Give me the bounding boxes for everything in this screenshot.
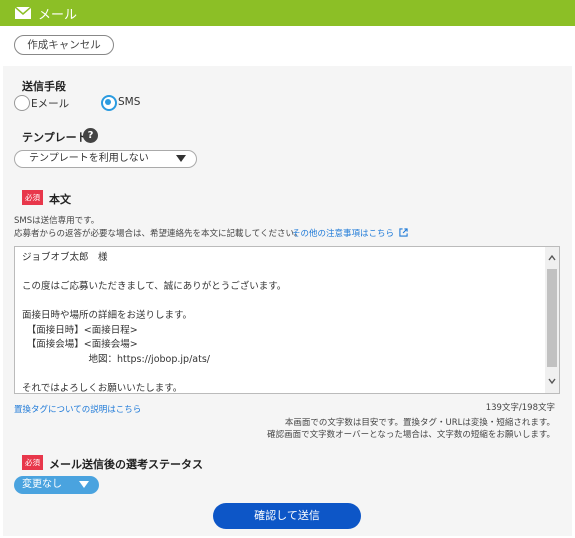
message-line: この度はご応募いただきまして、誠にありがとうございます。: [22, 281, 287, 292]
message-line: [22, 367, 286, 382]
help-icon[interactable]: ?: [83, 128, 98, 143]
header-bar: メール: [0, 0, 575, 26]
message-line: [22, 295, 286, 310]
message-textarea[interactable]: ジョブオブ太郎 様 この度はご応募いただきまして、誠にありがとうございます。 面…: [14, 246, 560, 394]
char-count: 139文字/198文字: [485, 403, 555, 413]
replacement-tag-link[interactable]: 置換タグについての説明はこちら: [14, 403, 141, 415]
count-note-2: 確認画面で文字数オーバーとなった場合は、文字数の短縮をお願いします。: [267, 430, 555, 440]
radio-sms-label: SMS: [118, 96, 141, 108]
sms-note: SMSは送信専用です。: [14, 216, 100, 226]
count-note-1: 本画面での文字数は目安です。置換タグ・URLは変換・短縮されます。: [284, 418, 555, 428]
message-line: 【面接日時】<面接日程>: [22, 324, 138, 336]
required-badge: 必須: [22, 190, 43, 205]
template-select[interactable]: テンプレートを利用しない: [14, 150, 197, 168]
page-title: メール: [38, 8, 78, 23]
status-select-value: 変更なし: [22, 479, 62, 490]
caution-link-text: その他の注意事項はこちら: [292, 229, 395, 239]
message-line: 地図：https://jobop.jp/ats/: [22, 353, 210, 365]
message-line: [22, 266, 286, 281]
status-label: メール送信後の選考ステータス: [49, 458, 203, 471]
required-badge: 必須: [22, 455, 43, 470]
send-method-label: 送信手段: [22, 80, 66, 93]
confirm-send-button[interactable]: 確認して送信: [213, 503, 361, 529]
scrollbar-thumb[interactable]: [547, 269, 557, 367]
message-body-text: ジョブオブ太郎 様 この度はご応募いただきまして、誠にありがとうございます。 面…: [22, 251, 287, 394]
caution-link[interactable]: その他の注意事項はこちら: [292, 227, 408, 239]
template-select-value: テンプレートを利用しない: [29, 153, 149, 164]
radio-sms[interactable]: [101, 95, 117, 111]
body-label: 本文: [49, 193, 71, 206]
chevron-down-icon: [176, 155, 186, 162]
message-line: 面接日時や場所の詳細をお送りします。: [22, 310, 193, 321]
message-line: ジョブオブ太郎 様: [22, 252, 108, 263]
reply-note: 応募者からの返答が必要な場合は、希望連絡先を本文に記載してください。: [14, 229, 303, 239]
message-line: 【面接会場】<面接会場>: [22, 339, 138, 350]
radio-email-label: Eメール: [31, 98, 70, 110]
external-link-icon: [399, 228, 408, 237]
cancel-button[interactable]: 作成キャンセル: [14, 35, 114, 55]
scroll-up-icon[interactable]: [548, 254, 556, 262]
chevron-down-icon: [79, 481, 89, 488]
template-label: テンプレート: [22, 131, 88, 144]
scroll-down-icon[interactable]: [548, 377, 556, 385]
message-line: それではよろしくお願いいたします。: [22, 382, 183, 394]
radio-email[interactable]: [14, 95, 30, 111]
envelope-icon: [15, 7, 31, 19]
status-select[interactable]: 変更なし: [14, 476, 99, 494]
scrollbar[interactable]: [545, 247, 559, 393]
